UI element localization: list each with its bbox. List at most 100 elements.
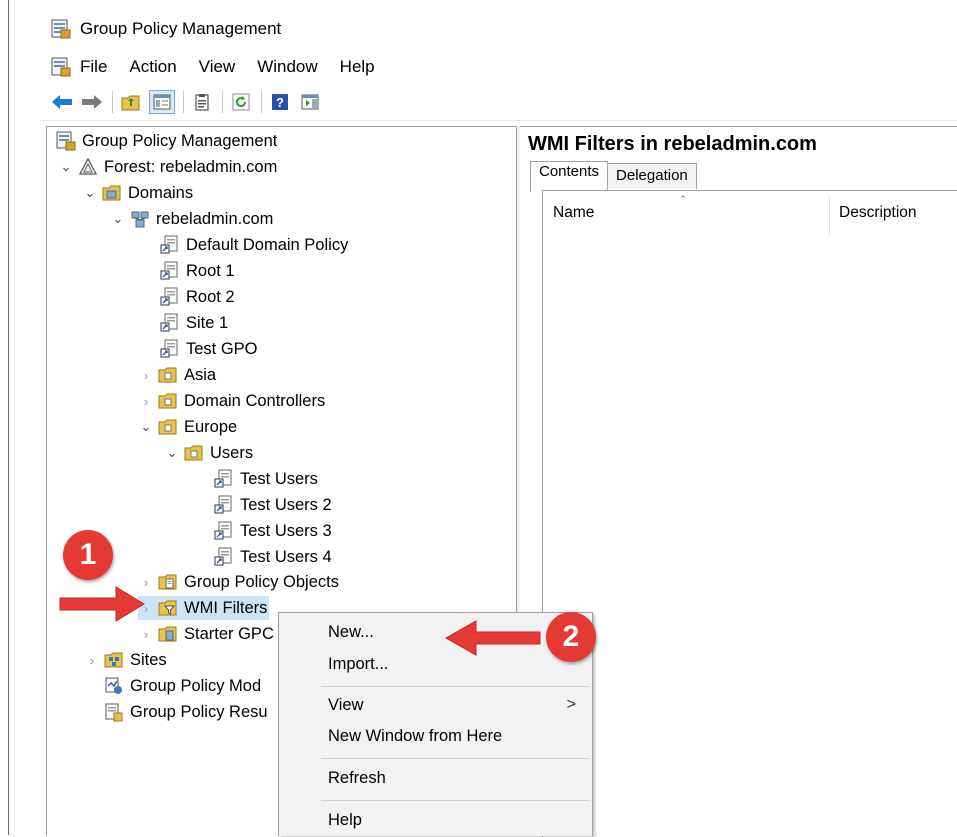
refresh-icon[interactable] — [229, 91, 253, 113]
up-folder-icon[interactable] — [119, 91, 143, 113]
tree-item-label: Starter GPC — [184, 624, 274, 643]
domains-icon — [102, 183, 122, 203]
chevron-down-icon[interactable]: ⌄ — [82, 185, 98, 201]
forward-arrow-icon[interactable] — [80, 91, 104, 113]
tab-delegation[interactable]: Delegation — [607, 163, 697, 189]
tree-item-label: rebeladmin.com — [156, 209, 274, 228]
gpo-link-icon — [214, 469, 234, 489]
tree-item-label: Test GPO — [186, 339, 258, 358]
ou-folder-icon — [184, 443, 204, 463]
chevron-down-icon[interactable]: ⌄ — [110, 211, 126, 227]
gp-results-icon — [104, 702, 124, 722]
gpm-console-icon — [56, 131, 76, 151]
chevron-right-icon[interactable]: › — [138, 627, 154, 642]
tree-item-label: Test Users 2 — [240, 495, 332, 514]
tree-item-group-policy-objects[interactable]: › Group Policy Objects — [138, 570, 339, 594]
gpo-link-icon — [214, 521, 234, 541]
tree-item-sites[interactable]: › Sites — [84, 648, 167, 672]
tree-item-gpo-link[interactable]: Test Users — [214, 467, 318, 491]
chevron-down-icon[interactable]: ⌄ — [138, 419, 154, 435]
gpo-link-icon — [160, 261, 180, 281]
wmi-filters-list[interactable]: ˆ Name Description — [542, 190, 957, 837]
menu-item-view[interactable]: View — [328, 696, 363, 715]
tree-item-gpo-link[interactable]: Test Users 3 — [214, 519, 332, 543]
gp-modeling-icon — [104, 676, 124, 696]
tree-item-ou-europe[interactable]: ⌄ Europe — [138, 415, 238, 439]
chevron-down-icon[interactable]: ⌄ — [58, 159, 74, 175]
menubar-app-icon[interactable] — [50, 56, 72, 78]
starter-gpo-folder-icon — [158, 624, 178, 644]
gpo-link-icon — [160, 339, 180, 359]
tree-item-group-policy-management[interactable]: Group Policy Management — [56, 129, 277, 153]
menu-item-new[interactable]: New... — [328, 623, 374, 642]
title-bar: Group Policy Management — [50, 14, 281, 44]
gpo-link-icon — [160, 313, 180, 333]
wmi-filter-folder-icon — [158, 598, 178, 618]
menu-action[interactable]: Action — [129, 57, 176, 77]
tree-item-gpo-link[interactable]: Test Users 4 — [214, 545, 332, 569]
tree-item-group-policy-results[interactable]: Group Policy Resu — [104, 700, 268, 724]
column-header-name[interactable]: Name — [553, 191, 594, 235]
menu-item-import[interactable]: Import... — [328, 655, 389, 674]
tree-item-label: Root 2 — [186, 287, 235, 306]
callout-arrow-left-icon — [444, 620, 541, 656]
show-action-pane-icon[interactable] — [298, 91, 322, 113]
context-menu: New... Import... View > New Window from … — [278, 612, 593, 836]
menu-help[interactable]: Help — [340, 57, 375, 77]
tree-item-gpo-link[interactable]: Root 2 — [160, 285, 235, 309]
show-hide-tree-icon[interactable] — [149, 90, 175, 114]
tree-item-label: Test Users — [240, 469, 318, 488]
tree-item-ou-asia[interactable]: › Asia — [138, 363, 216, 387]
tree-item-label: Test Users 4 — [240, 547, 332, 566]
chevron-right-icon[interactable]: › — [138, 368, 154, 383]
tree-item-label: Group Policy Objects — [184, 572, 339, 591]
tree-item-label: Group Policy Mod — [130, 676, 262, 695]
tree-item-wmi-filters[interactable]: › WMI Filters — [138, 596, 270, 620]
tree-item-label: Group Policy Management — [82, 131, 278, 150]
tree-item-label: WMI Filters — [184, 598, 268, 617]
tree-item-label: Domains — [128, 183, 194, 202]
menu-bar: File Action View Window Help — [50, 54, 397, 80]
help-icon[interactable]: ? — [268, 91, 292, 113]
tree-item-rebeladmin-domain[interactable]: ⌄ rebeladmin.com — [110, 207, 273, 231]
tree-item-label: Default Domain Policy — [186, 235, 349, 254]
chevron-right-icon[interactable]: › — [138, 394, 154, 409]
chevron-right-icon[interactable]: › — [84, 653, 100, 668]
tree-item-label: Group Policy Resu — [130, 702, 268, 721]
callout-badge-2: 2 — [546, 612, 596, 662]
sort-ascending-icon: ˆ — [681, 193, 686, 208]
chevron-down-icon[interactable]: ⌄ — [164, 445, 180, 461]
tree-item-gpo-link[interactable]: Test GPO — [160, 337, 258, 361]
menu-window[interactable]: Window — [257, 57, 317, 77]
properties-icon[interactable] — [190, 91, 214, 113]
tree-item-label: Users — [210, 443, 254, 462]
tree-item-ou-domain-controllers[interactable]: › Domain Controllers — [138, 389, 325, 413]
tree-item-group-policy-modeling[interactable]: Group Policy Mod — [104, 674, 261, 698]
domain-icon — [130, 209, 150, 229]
tab-contents[interactable]: Contents — [530, 161, 609, 192]
tree-item-ou-users[interactable]: ⌄ Users — [164, 441, 254, 465]
tree-item-domains[interactable]: ⌄ Domains — [82, 181, 194, 205]
menu-item-help[interactable]: Help — [328, 811, 362, 830]
tree-item-label: Domain Controllers — [184, 391, 326, 410]
toolbar-divider — [183, 91, 184, 113]
tree-item-gpo-link[interactable]: Test Users 2 — [214, 493, 332, 517]
gpo-link-icon — [214, 495, 234, 515]
tree-item-starter-gpos[interactable]: › Starter GPC — [138, 622, 274, 646]
back-arrow-icon[interactable] — [50, 91, 74, 113]
tree-item-label: Forest: rebeladmin.com — [104, 157, 278, 176]
column-divider[interactable] — [829, 197, 830, 235]
gpm-app-icon — [50, 18, 72, 40]
tree-item-gpo-link[interactable]: Default Domain Policy — [160, 233, 348, 257]
menu-item-refresh[interactable]: Refresh — [328, 769, 386, 788]
tree-item-forest[interactable]: ⌄ Forest: rebeladmin.com — [58, 155, 278, 179]
ou-folder-icon — [158, 391, 178, 411]
column-header-description[interactable]: Description — [839, 191, 917, 235]
tree-item-label: Site 1 — [186, 313, 229, 332]
menu-view[interactable]: View — [199, 57, 236, 77]
menu-file[interactable]: File — [80, 57, 107, 77]
menu-item-new-window-from-here[interactable]: New Window from Here — [328, 727, 502, 746]
callout-badge-1: 1 — [63, 530, 113, 580]
tree-item-gpo-link[interactable]: Site 1 — [160, 311, 228, 335]
tree-item-gpo-link[interactable]: Root 1 — [160, 259, 235, 283]
